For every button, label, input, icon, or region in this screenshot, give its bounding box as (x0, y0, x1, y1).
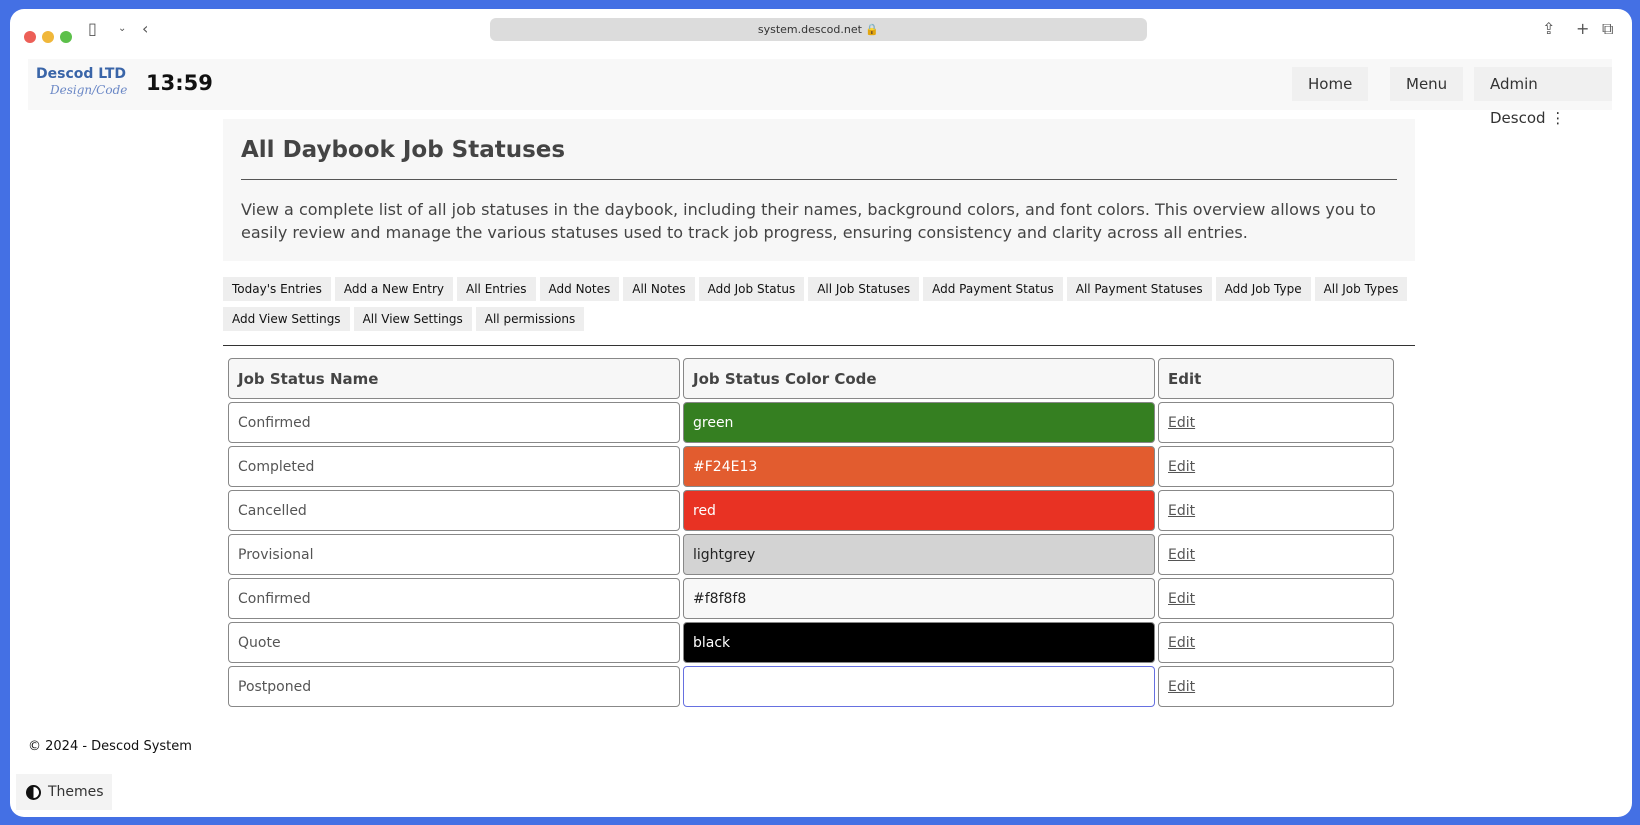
themes-label: Themes (48, 784, 104, 800)
header-edit: Edit (1158, 358, 1394, 399)
edit-link[interactable]: Edit (1168, 415, 1195, 431)
edit-link[interactable]: Edit (1168, 503, 1195, 519)
edit-cell: Edit (1158, 446, 1394, 487)
table-row: Confirmed green Edit (228, 402, 1394, 443)
quick-link[interactable]: All Payment Statuses (1066, 277, 1212, 301)
minimize-window-button[interactable] (42, 31, 54, 43)
quick-link[interactable]: All Job Statuses (808, 277, 920, 301)
edit-cell: Edit (1158, 666, 1394, 707)
quick-link[interactable]: All Job Types (1314, 277, 1408, 301)
divider (223, 345, 1415, 346)
page-description: View a complete list of all job statuses… (241, 200, 1376, 242)
status-color-code: #f8f8f8 (683, 578, 1155, 619)
quick-link[interactable]: Add View Settings (223, 307, 350, 331)
browser-toolbar: ▯ ⌄ ‹ system.descod.net 🔒 ⇪ + ⧉ (10, 9, 1632, 59)
edit-cell: Edit (1158, 402, 1394, 443)
status-name: Postponed (228, 666, 680, 707)
table-row: Provisional lightgrey Edit (228, 534, 1394, 575)
edit-cell: Edit (1158, 578, 1394, 619)
edit-cell: Edit (1158, 490, 1394, 531)
status-name: Cancelled (228, 490, 680, 531)
status-color-code: lightgrey (683, 534, 1155, 575)
quick-link[interactable]: All View Settings (353, 307, 472, 331)
nav-menu[interactable]: Menu (1390, 67, 1464, 101)
clock: 13:59 (146, 71, 213, 95)
quick-link[interactable]: All permissions (475, 307, 585, 331)
address-bar[interactable]: system.descod.net 🔒 (490, 18, 1147, 41)
job-status-table: Job Status Name Job Status Color Code Ed… (225, 355, 1397, 710)
header-name: Job Status Name (228, 358, 680, 399)
tabs-overview-icon[interactable]: ⧉ (1602, 19, 1613, 39)
table-row: Quote black Edit (228, 622, 1394, 663)
sidebar-icon[interactable]: ▯ (88, 19, 97, 38)
browser-window: ▯ ⌄ ‹ system.descod.net 🔒 ⇪ + ⧉ Descod L… (10, 9, 1632, 817)
edit-link[interactable]: Edit (1168, 679, 1195, 695)
quick-link[interactable]: Add Payment Status (923, 277, 1063, 301)
copyright: © 2024 - (28, 739, 92, 754)
quick-links: Today's Entries Add a New Entry All Entrie… (223, 277, 1415, 337)
page-header: All Daybook Job Statuses View a complete… (223, 119, 1415, 261)
table-row: Postponed Edit (228, 666, 1394, 707)
quick-link[interactable]: Add Job Type (1215, 277, 1311, 301)
top-nav: Descod LTD Design/Code 13:59 Home Menu A… (28, 59, 1612, 127)
quick-link[interactable]: Today's Entries (223, 277, 331, 301)
footer: © 2024 - Descod System (28, 739, 192, 754)
status-color-code (683, 666, 1155, 707)
table-row: Confirmed #f8f8f8 Edit (228, 578, 1394, 619)
footer-link[interactable]: Descod System (91, 739, 192, 754)
status-color-code: black (683, 622, 1155, 663)
new-tab-icon[interactable]: + (1576, 19, 1589, 38)
table-row: Cancelled red Edit (228, 490, 1394, 531)
edit-link[interactable]: Edit (1168, 635, 1195, 651)
edit-cell: Edit (1158, 534, 1394, 575)
maximize-window-button[interactable] (60, 31, 72, 43)
status-name: Completed (228, 446, 680, 487)
quick-link[interactable]: Add Notes (539, 277, 620, 301)
page-title: All Daybook Job Statuses (241, 137, 1397, 180)
contrast-icon (26, 785, 41, 800)
status-color-code: red (683, 490, 1155, 531)
admin-label: Admin Descod (1490, 75, 1546, 127)
nav-admin[interactable]: Admin Descod ⋮ (1474, 67, 1612, 127)
url-text: system.descod.net (757, 23, 862, 36)
edit-link[interactable]: Edit (1168, 591, 1195, 607)
share-icon[interactable]: ⇪ (1542, 19, 1555, 38)
quick-link[interactable]: Add Job Status (698, 277, 805, 301)
table-row: Completed #F24E13 Edit (228, 446, 1394, 487)
edit-link[interactable]: Edit (1168, 459, 1195, 475)
logo-tagline: Design/Code (50, 83, 128, 97)
chevron-down-icon[interactable]: ⌄ (118, 23, 126, 34)
status-name: Quote (228, 622, 680, 663)
status-name: Provisional (228, 534, 680, 575)
close-window-button[interactable] (24, 31, 36, 43)
quick-link[interactable]: All Notes (623, 277, 695, 301)
status-color-code: #F24E13 (683, 446, 1155, 487)
themes-button[interactable]: Themes (16, 774, 112, 810)
status-name: Confirmed (228, 578, 680, 619)
status-name: Confirmed (228, 402, 680, 443)
nav-home[interactable]: Home (1292, 67, 1369, 101)
quick-link[interactable]: Add a New Entry (334, 277, 454, 301)
edit-cell: Edit (1158, 622, 1394, 663)
header-color: Job Status Color Code (683, 358, 1155, 399)
quick-link[interactable]: All Entries (457, 277, 536, 301)
edit-link[interactable]: Edit (1168, 547, 1195, 563)
logo[interactable]: Descod LTD (36, 66, 126, 82)
back-icon[interactable]: ‹ (142, 19, 148, 38)
status-color-code: green (683, 402, 1155, 443)
